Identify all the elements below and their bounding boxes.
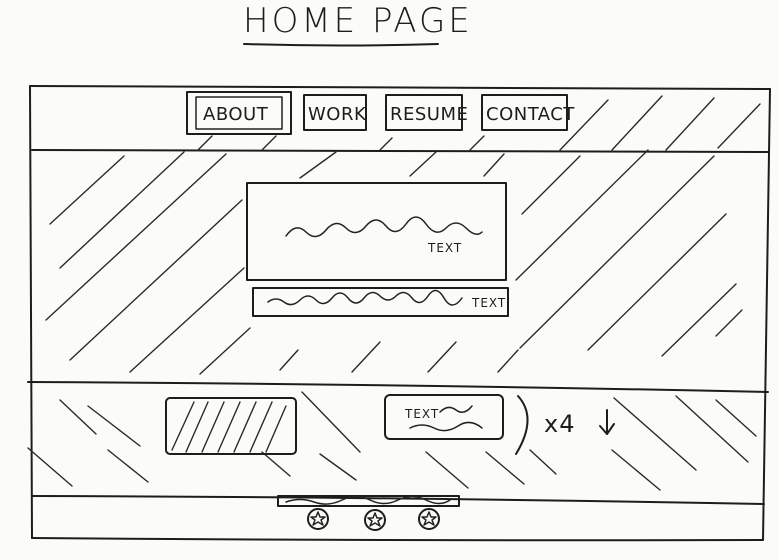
- nav-label-work: WORK: [308, 104, 367, 125]
- nav-item-resume[interactable]: RESUME: [385, 94, 468, 131]
- caption-text-label: TEXT: [471, 296, 506, 310]
- feature-text-card: TEXT: [384, 394, 504, 440]
- features-top-divider: [27, 381, 769, 393]
- hero-squiggle: [285, 216, 483, 238]
- nav-item-contact[interactable]: CONTACT: [481, 94, 575, 131]
- star-icon[interactable]: [418, 508, 440, 530]
- feature-text-label: TEXT: [404, 407, 439, 421]
- repeat-bracket: [515, 395, 529, 455]
- home-page-wireframe: HOME PAGE ABOUT WORK RESUME CONTACT TEXT…: [27, 1, 771, 542]
- title-underline: [243, 43, 439, 47]
- feature-image-card: [165, 397, 297, 455]
- page-frame: [29, 85, 771, 542]
- nav-label-resume: RESUME: [390, 104, 468, 125]
- features-hatching: [27, 391, 757, 491]
- nav-item-about[interactable]: ABOUT: [186, 91, 292, 135]
- hero-text-box: TEXT: [246, 182, 507, 281]
- nav-label-contact: CONTACT: [486, 104, 575, 125]
- nav-bar: ABOUT WORK RESUME CONTACT: [186, 91, 575, 135]
- feature-squiggle-top: [439, 405, 473, 413]
- nav-label-about: ABOUT: [203, 104, 269, 125]
- hero-caption-bar: TEXT: [252, 287, 509, 317]
- star-icon[interactable]: [364, 509, 386, 531]
- nav-item-work[interactable]: WORK: [303, 94, 367, 131]
- repeat-count-label: x4: [544, 410, 575, 438]
- feature-squiggle-bottom: [409, 421, 483, 432]
- arrow-down-icon: [599, 409, 615, 435]
- star-icon[interactable]: [307, 508, 329, 530]
- header-divider: [31, 149, 769, 153]
- page-title: HOME PAGE: [243, 1, 473, 41]
- caption-squiggle: [267, 289, 463, 306]
- hero-text-label: TEXT: [427, 241, 462, 255]
